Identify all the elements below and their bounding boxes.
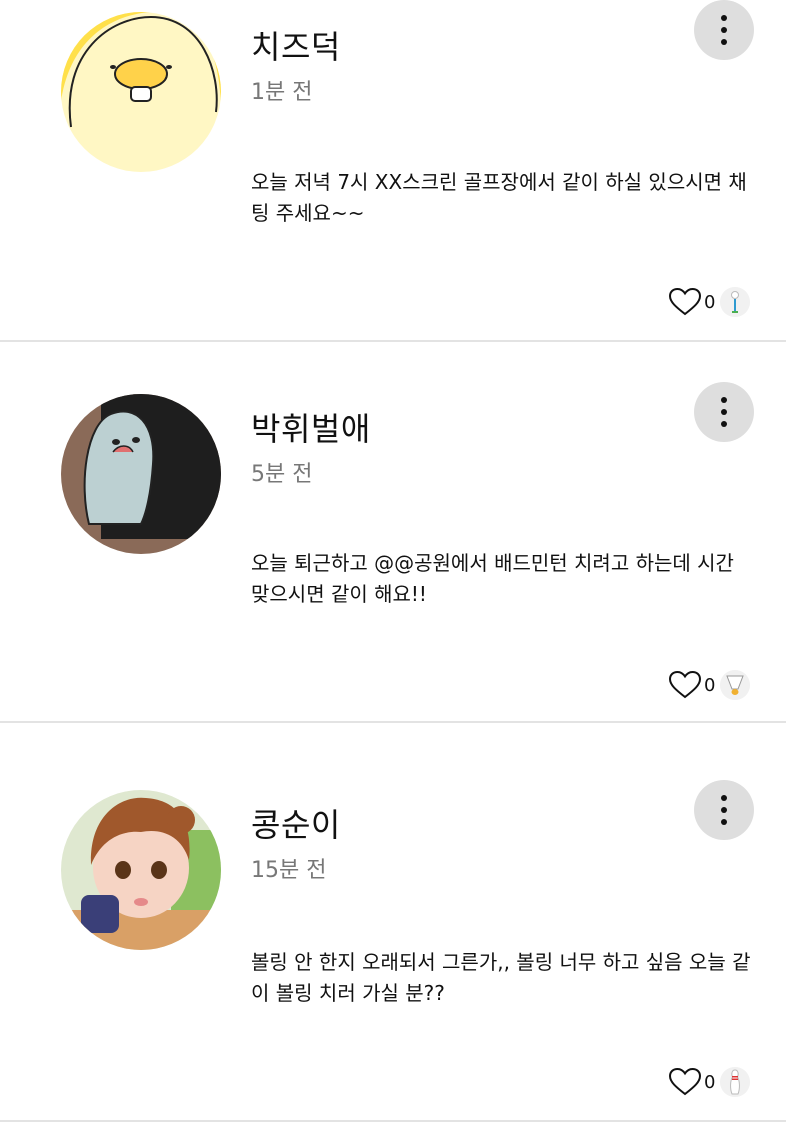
post-time: 15분 전 — [251, 858, 327, 883]
author-name: 콩순이 — [251, 806, 341, 844]
like-count: 0 — [704, 674, 716, 696]
author-avatar[interactable] — [61, 394, 221, 554]
heart-icon[interactable] — [668, 670, 702, 700]
heart-icon[interactable] — [668, 1067, 702, 1097]
post-time: 5분 전 — [251, 462, 313, 487]
dot-icon — [721, 819, 727, 825]
like-count: 0 — [704, 291, 716, 313]
dot-icon — [721, 421, 727, 427]
post-footer: 0 — [668, 1065, 750, 1099]
more-options-button[interactable] — [694, 382, 754, 442]
post-body: 오늘 저녁 7시 XX스크린 골프장에서 같이 하실 있으시면 채팅 주세요~~ — [251, 170, 747, 225]
post-card[interactable]: 치즈덕 1분 전 오늘 저녁 7시 XX스크린 골프장에서 같이 하실 있으시면… — [0, 0, 786, 342]
heart-icon[interactable] — [668, 287, 702, 317]
author-avatar[interactable] — [61, 12, 221, 172]
post-body: 볼링 안 한지 오래되서 그른가,, 볼링 너무 하고 싶음 오늘 같이 볼링 … — [251, 950, 751, 1005]
dot-icon — [721, 39, 727, 45]
like-count: 0 — [704, 1071, 716, 1093]
post-time: 1분 전 — [251, 80, 313, 105]
post-card[interactable]: 박휘벌애 5분 전 오늘 퇴근하고 @@공원에서 배드민턴 치려고 하는데 시간… — [0, 342, 786, 723]
post-body: 오늘 퇴근하고 @@공원에서 배드민턴 치려고 하는데 시간 맞으시면 같이 해… — [251, 551, 734, 606]
dot-icon — [721, 27, 727, 33]
author-name: 박휘벌애 — [251, 410, 371, 448]
dot-icon — [721, 15, 727, 21]
post-footer: 0 — [668, 668, 750, 702]
dot-icon — [721, 397, 727, 403]
author-name: 치즈덕 — [251, 28, 341, 66]
author-avatar[interactable] — [61, 790, 221, 950]
dot-icon — [721, 409, 727, 415]
post-card[interactable]: 콩순이 15분 전 볼링 안 한지 오래되서 그른가,, 볼링 너무 하고 싶음… — [0, 723, 786, 1122]
post-footer: 0 — [668, 285, 750, 319]
more-options-button[interactable] — [694, 0, 754, 60]
dot-icon — [721, 807, 727, 813]
more-options-button[interactable] — [694, 780, 754, 840]
blob-avatar-icon — [61, 394, 221, 554]
bowling-icon — [720, 1067, 750, 1097]
duck-avatar-icon — [61, 12, 221, 172]
girl-avatar-icon — [61, 790, 221, 950]
dot-icon — [721, 795, 727, 801]
badminton-icon — [720, 670, 750, 700]
golf-icon — [720, 287, 750, 317]
